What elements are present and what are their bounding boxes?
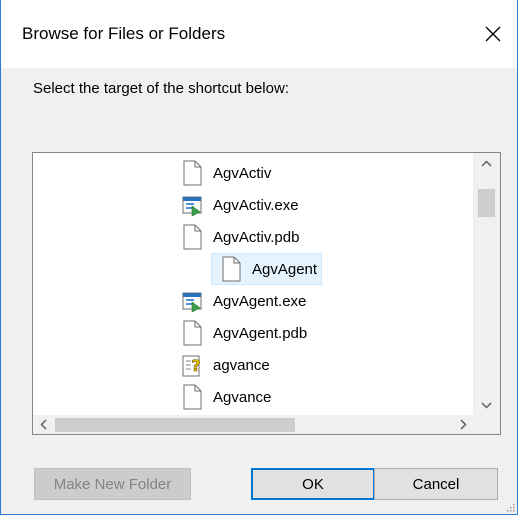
tree-item-label: AgvActiv.exe (213, 196, 299, 214)
tree-item[interactable]: AgvAgent.pdb (181, 317, 461, 349)
chevron-right-icon (459, 419, 467, 430)
scroll-down-button[interactable] (473, 395, 500, 415)
document-icon (222, 256, 241, 282)
tree-item-label: AgvActiv.pdb (213, 228, 300, 246)
make-new-folder-button[interactable]: Make New Folder (34, 468, 191, 500)
title-bar: Browse for Files or Folders (1, 0, 517, 68)
vertical-scroll-thumb[interactable] (478, 189, 495, 217)
ok-button[interactable]: OK (251, 468, 375, 500)
close-icon (485, 26, 501, 42)
instruction-text: Select the target of the shortcut below: (33, 80, 289, 97)
document-icon (183, 320, 202, 346)
horizontal-scroll-thumb[interactable] (55, 418, 295, 432)
svg-text:?: ? (191, 356, 200, 375)
scroll-left-button[interactable] (33, 415, 53, 434)
scroll-up-button[interactable] (473, 153, 500, 173)
tree-item-label: AgvAgent.pdb (213, 324, 308, 342)
scrollbar-corner (473, 415, 500, 434)
tree-item[interactable]: ? agvance (181, 349, 461, 381)
tree-item[interactable]: Agvance (181, 381, 461, 413)
tree-item[interactable]: AgvActiv (181, 157, 461, 189)
horizontal-scrollbar[interactable] (33, 415, 473, 434)
document-icon (183, 160, 202, 186)
tree-items: AgvActiv AgvActiv.exe AgvActiv.pdb AgvAg… (33, 153, 473, 415)
document-icon (183, 224, 202, 250)
close-button[interactable] (473, 14, 513, 54)
tree-item-label: agvance (213, 356, 270, 374)
document-icon (183, 384, 202, 410)
tree-item-label: AgvActiv (213, 164, 272, 182)
tree-item[interactable]: AgvAgent.exe (181, 285, 461, 317)
tree-item-label: AgvAgent (211, 253, 323, 285)
executable-icon (182, 196, 202, 217)
browse-dialog: Browse for Files or Folders Select the t… (0, 0, 518, 515)
cancel-button[interactable]: Cancel (374, 468, 498, 500)
chevron-left-icon (39, 419, 47, 430)
executable-icon (182, 292, 202, 313)
dialog-title: Browse for Files or Folders (22, 24, 226, 43)
tree-item-text: AgvAgent (252, 260, 318, 278)
vertical-scrollbar[interactable] (473, 153, 500, 415)
unknown-file-icon: ? (182, 355, 201, 377)
folder-tree[interactable]: AgvActiv AgvActiv.exe AgvActiv.pdb AgvAg… (32, 152, 501, 435)
tree-item-label: Agvance (213, 388, 272, 406)
tree-item[interactable]: AgvActiv.pdb (181, 221, 461, 253)
chevron-up-icon (481, 159, 492, 167)
tree-item[interactable]: AgvActiv.exe (181, 189, 461, 221)
tree-item-label: AgvAgent.exe (213, 292, 307, 310)
chevron-down-icon (481, 401, 492, 409)
tree-item-selected[interactable]: AgvAgent (211, 253, 371, 285)
resize-grip-icon[interactable] (505, 502, 515, 512)
scroll-right-button[interactable] (453, 415, 473, 434)
